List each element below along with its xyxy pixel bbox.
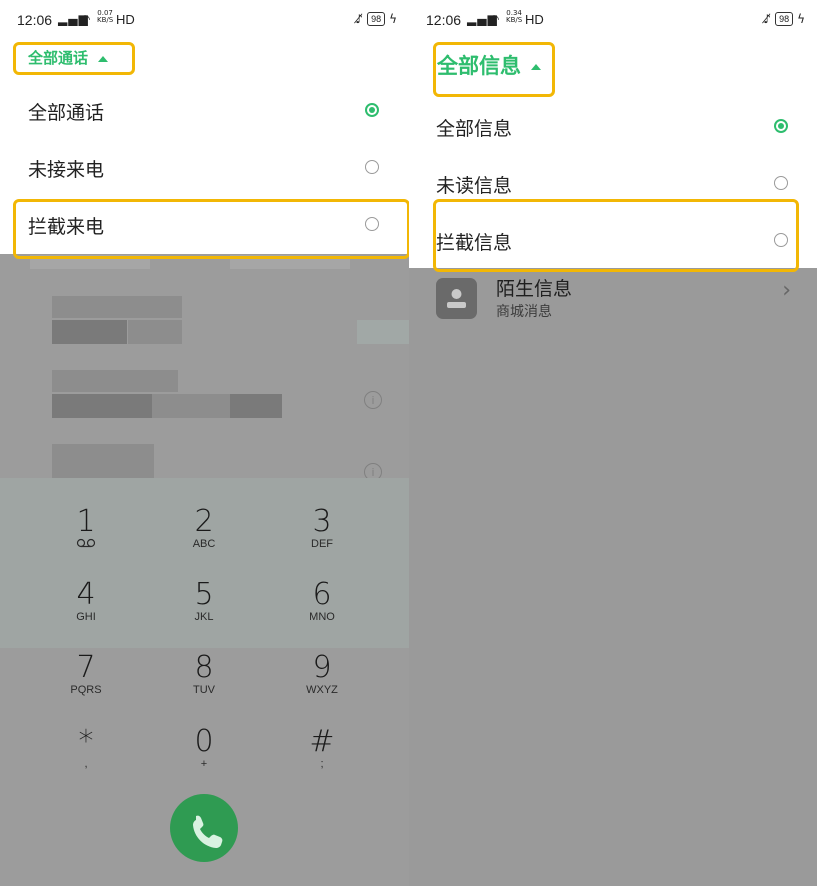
charging-icon: ϟ bbox=[389, 12, 397, 26]
key-digit: 6 bbox=[312, 577, 332, 612]
key-hash[interactable]: # ; bbox=[282, 726, 362, 771]
key-digit: 9 bbox=[312, 650, 332, 685]
key-digit: 7 bbox=[76, 650, 96, 685]
voicemail-icon bbox=[46, 538, 126, 552]
key-digit: 8 bbox=[194, 650, 214, 685]
key-letters: GHI bbox=[76, 611, 96, 623]
status-right-icons: ♪̸ 98 ϟ bbox=[763, 12, 805, 26]
key-3[interactable]: 3 DEF bbox=[282, 506, 362, 551]
option-missed-calls[interactable]: 未接来电 bbox=[0, 139, 409, 196]
key-9[interactable]: 9 WXYZ bbox=[282, 652, 362, 697]
wifi-icon: ◠ bbox=[489, 12, 501, 26]
radio-selected-icon[interactable] bbox=[365, 103, 379, 117]
speed-unit: KB/S bbox=[506, 16, 523, 24]
key-digit: 4 bbox=[76, 577, 96, 612]
call-log-panel: i i 1 2 ABC 3 DEF 4 GHI 5 JKL 6 MNO 7 PQ… bbox=[0, 0, 409, 886]
radio-unselected-icon[interactable] bbox=[774, 176, 788, 190]
stranger-subtitle: 商城消息 bbox=[496, 304, 552, 320]
battery-icon: 98 bbox=[775, 12, 794, 26]
key-star[interactable]: * , bbox=[46, 726, 126, 771]
key-digit: 1 bbox=[76, 504, 96, 539]
hd-indicator: HD bbox=[525, 12, 544, 27]
key-letters: DEF bbox=[311, 538, 333, 550]
key-digit: 3 bbox=[312, 504, 332, 539]
key-letters: , bbox=[84, 758, 88, 770]
network-speed: 0.07 KB/S bbox=[97, 10, 113, 24]
status-time: 12:06 bbox=[17, 12, 53, 28]
phone-icon bbox=[193, 815, 223, 848]
highlight-box bbox=[433, 199, 799, 272]
hd-indicator: HD bbox=[116, 12, 135, 27]
option-all-messages[interactable]: 全部信息 bbox=[409, 98, 817, 155]
highlight-box bbox=[433, 42, 555, 97]
stranger-messages-row[interactable]: 陌生信息 商城消息 › bbox=[409, 268, 817, 328]
status-right-icons: ♪̸ 98 ϟ bbox=[355, 12, 397, 26]
key-5[interactable]: 5 JKL bbox=[164, 579, 244, 624]
key-letters: PQRS bbox=[70, 684, 102, 696]
key-8[interactable]: 8 TUV bbox=[164, 652, 244, 697]
vibrate-off-icon: ♪̸ bbox=[763, 12, 772, 26]
vibrate-off-icon: ♪̸ bbox=[355, 12, 364, 26]
call-button[interactable] bbox=[170, 794, 238, 862]
chevron-right-icon: › bbox=[782, 278, 791, 303]
option-label: 未读信息 bbox=[436, 175, 513, 197]
charging-icon: ϟ bbox=[797, 12, 805, 26]
status-time: 12:06 bbox=[426, 12, 462, 28]
key-letters: TUV bbox=[193, 684, 215, 696]
key-letters: JKL bbox=[194, 611, 214, 623]
stranger-title: 陌生信息 bbox=[496, 278, 573, 300]
speed-unit: KB/S bbox=[97, 16, 114, 24]
info-icon: i bbox=[364, 391, 382, 409]
contact-avatar-icon bbox=[436, 278, 477, 319]
key-digit: 5 bbox=[194, 577, 214, 612]
key-digit: 0 bbox=[194, 724, 214, 759]
status-bar: 12:06 ▂▄▆ ◠ 0.07 KB/S HD ♪̸ 98 ϟ bbox=[0, 0, 409, 40]
network-speed: 0.34 KB/S bbox=[506, 10, 522, 24]
messages-panel: 陌生信息 商城消息 › 12:06 ▂▄▆ ◠ 0.34 KB/S HD ♪̸ 9… bbox=[409, 0, 817, 886]
key-letters: + bbox=[200, 758, 208, 770]
key-letters: ABC bbox=[192, 538, 216, 550]
key-letters: WXYZ bbox=[306, 684, 338, 696]
battery-icon: 98 bbox=[367, 12, 386, 26]
option-label: 全部通话 bbox=[28, 102, 105, 124]
key-letters: MNO bbox=[309, 611, 335, 623]
radio-unselected-icon[interactable] bbox=[365, 160, 379, 174]
option-label: 未接来电 bbox=[28, 159, 105, 181]
key-digit: * bbox=[78, 724, 94, 759]
key-digit: # bbox=[309, 724, 335, 759]
highlight-box bbox=[13, 199, 409, 259]
key-0[interactable]: 0 + bbox=[164, 726, 244, 771]
key-2[interactable]: 2 ABC bbox=[164, 506, 244, 551]
key-letters: ; bbox=[320, 758, 324, 770]
wifi-icon: ◠ bbox=[80, 12, 92, 26]
option-label: 全部信息 bbox=[436, 118, 513, 140]
key-digit: 2 bbox=[194, 504, 214, 539]
key-4[interactable]: 4 GHI bbox=[46, 579, 126, 624]
option-all-calls[interactable]: 全部通话 bbox=[0, 82, 409, 139]
key-7[interactable]: 7 PQRS bbox=[46, 652, 126, 697]
radio-selected-icon[interactable] bbox=[774, 119, 788, 133]
highlight-box bbox=[13, 42, 135, 75]
key-1[interactable]: 1 bbox=[46, 506, 126, 552]
key-6[interactable]: 6 MNO bbox=[282, 579, 362, 624]
status-bar: 12:06 ▂▄▆ ◠ 0.34 KB/S HD ♪̸ 98 ϟ bbox=[409, 0, 817, 40]
